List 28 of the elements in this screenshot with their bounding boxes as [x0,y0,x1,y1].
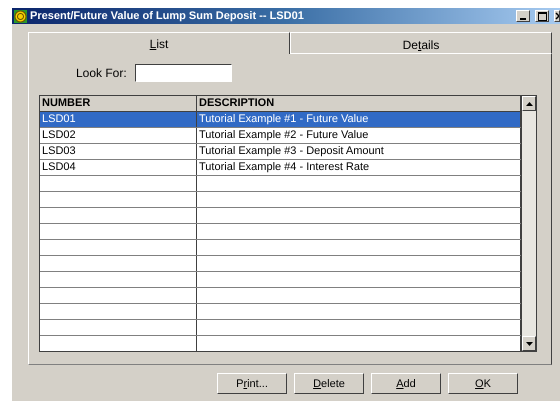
table-cell: LSD02 [40,128,197,143]
look-for-label: Look For: [76,66,127,80]
table-cell: LSD04 [40,160,197,175]
table-cell: LSD01 [40,112,197,127]
column-header: NUMBER [40,96,197,111]
dialog-button[interactable]: Add [371,373,441,394]
table-row[interactable]: LSD01 Tutorial Example #1 - Future Value [40,112,521,128]
coin-icon [14,10,27,22]
tab[interactable]: Details [290,32,552,54]
scrollbar[interactable] [521,96,536,351]
up-arrow-icon [526,102,532,106]
scroll-up-button[interactable] [522,96,536,111]
dialog-button[interactable]: OK [448,373,518,394]
dialog-button[interactable]: Delete [294,373,364,394]
tab[interactable]: List [28,32,290,54]
scroll-down-button[interactable] [522,336,536,351]
down-arrow-icon [526,342,532,346]
close-button[interactable] [554,10,560,22]
dialog-button[interactable]: Print... [217,373,287,394]
window-title: Present/Future Value of Lump Sum Deposit -- LSD01 [30,10,305,22]
table-row[interactable]: LSD04 Tutorial Example #4 - Interest Rate [40,160,521,176]
minimize-button[interactable] [516,10,530,22]
table-row[interactable]: LSD02 Tutorial Example #2 - Future Value [40,128,521,144]
look-for-field[interactable] [134,64,232,82]
table-row[interactable]: LSD03 Tutorial Example #3 - Deposit Amount [40,144,521,160]
maximize-button[interactable] [535,10,549,22]
maximize-icon [538,12,546,20]
table-cell: LSD03 [40,144,197,159]
